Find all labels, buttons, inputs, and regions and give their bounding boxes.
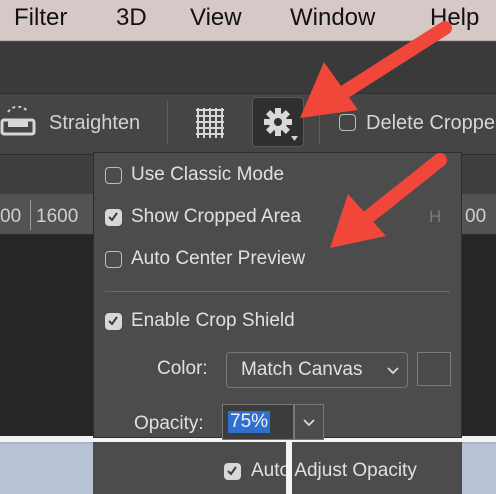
auto-center-preview-label: Auto Center Preview [131, 248, 306, 269]
app-toolbar-area [0, 41, 496, 94]
color-label: Color: [157, 358, 208, 379]
color-swatch[interactable] [417, 352, 451, 386]
show-cropped-area-checkbox[interactable] [105, 209, 122, 226]
enable-crop-shield-checkbox[interactable] [105, 313, 122, 330]
color-select-value: Match Canvas [241, 359, 363, 380]
straighten-button[interactable]: Straighten [49, 112, 140, 135]
use-classic-mode-checkbox[interactable] [105, 167, 122, 184]
delete-cropped-label: Delete Croppe [366, 112, 495, 134]
color-select[interactable]: Match Canvas [226, 352, 408, 388]
use-classic-mode-label: Use Classic Mode [131, 164, 285, 185]
auto-adjust-opacity-checkbox[interactable] [224, 463, 241, 480]
chevron-down-icon [387, 367, 399, 375]
crop-options-button[interactable] [252, 97, 304, 147]
menu-3d[interactable]: 3D [116, 4, 147, 32]
straighten-icon[interactable] [0, 106, 36, 138]
opacity-input-value[interactable]: 75% [228, 411, 271, 433]
show-cropped-area-label: Show Cropped Area [131, 206, 302, 227]
delete-cropped-checkbox[interactable] [339, 114, 356, 131]
chevron-down-icon [303, 419, 315, 427]
enable-crop-shield-label: Enable Crop Shield [131, 310, 295, 331]
auto-center-preview-checkbox[interactable] [105, 251, 122, 268]
menu-help[interactable]: Help [430, 4, 479, 32]
ruler-number: 00 [465, 206, 487, 227]
menu-filter[interactable]: Filter [14, 4, 67, 32]
options-divider [167, 101, 168, 143]
opacity-dropdown-button[interactable] [294, 404, 324, 440]
grid-overlay-icon[interactable] [193, 106, 227, 140]
ruler-number: 1600 [36, 206, 79, 227]
menu-separator [105, 291, 450, 292]
opacity-label: Opacity: [134, 413, 204, 434]
ruler-tick [30, 200, 31, 230]
menu-bar [0, 0, 496, 41]
small-dropdown-triangle-icon [291, 136, 298, 141]
menu-window[interactable]: Window [290, 4, 375, 32]
ruler-h-label: H [429, 207, 442, 226]
crop-border-vertical-overlay[interactable] [286, 442, 292, 494]
auto-adjust-opacity-label: Auto Adjust Opacity [251, 460, 417, 481]
crop-options-menu [93, 152, 462, 438]
ruler-number: 00 [0, 206, 22, 227]
options-divider-2 [319, 101, 320, 143]
gear-icon [263, 107, 293, 137]
menu-view[interactable]: View [190, 4, 242, 32]
